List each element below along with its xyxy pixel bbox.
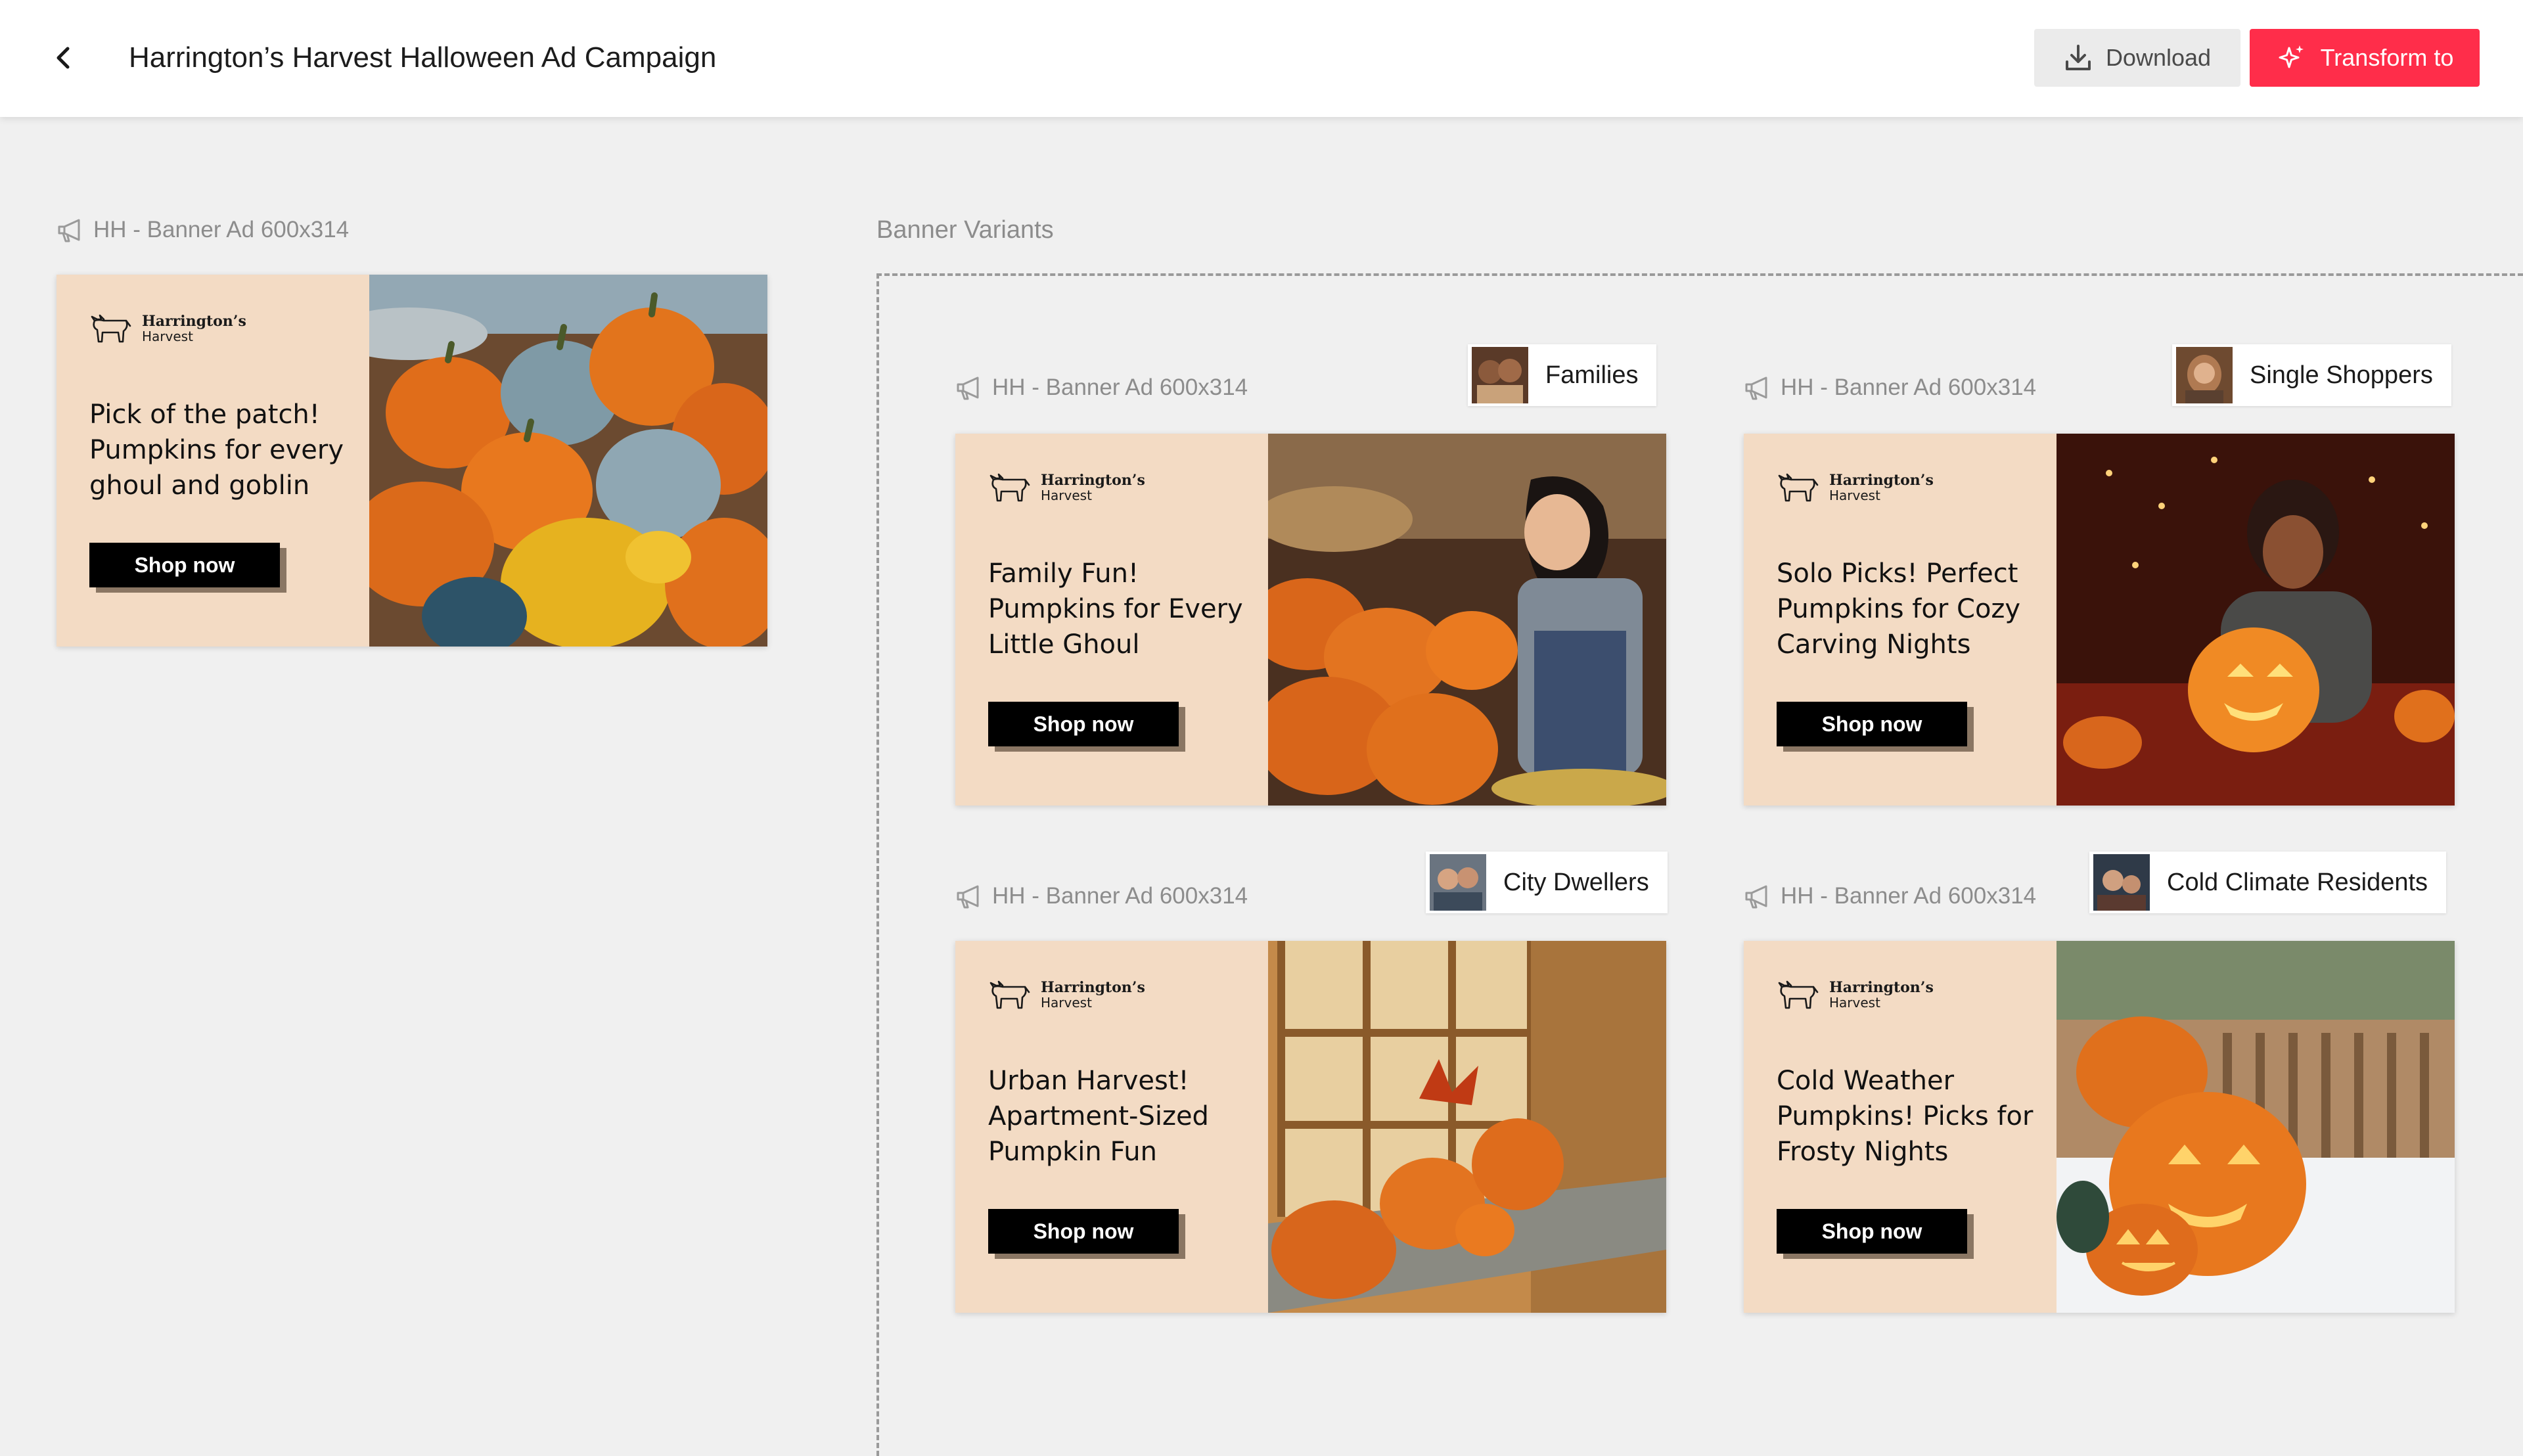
variant-banner-city-dwellers[interactable]: Harrington’s Harvest Urban Harvest! Apar… [955,941,1666,1313]
windowsill-pumpkins-photo [1268,941,1666,1313]
variant-banner-label: HH - Banner Ad 600x314 [1744,876,2036,916]
variant-banner-label: HH - Banner Ad 600x314 [1744,368,2036,407]
brand-logo: Harrington’s Harvest [988,472,1145,503]
banner-headline: Cold Weather Pumpkins! Picks for Frosty … [1777,1066,2034,1167]
brand-sub: Harvest [1041,488,1092,504]
banner-copy-panel: Harrington’s Harvest Pick of the patch! … [57,275,369,647]
audience-avatar [1430,854,1486,911]
variants-section-label: Banner Variants [876,216,1054,244]
brand-sub: Harvest [142,329,193,345]
brand-name: Harrington’s [1041,471,1145,489]
audience-chip[interactable]: Single Shoppers [2172,344,2451,406]
banner-copy-panel: Harrington’s Harvest Solo Picks! Perfect… [1744,434,2057,806]
transform-label: Transform to [2320,44,2454,71]
variant-banner-cold-climate[interactable]: Harrington’s Harvest Cold Weather Pumpki… [1744,941,2455,1313]
megaphone-icon [957,885,979,909]
shop-now-button[interactable]: Shop now [988,1209,1179,1254]
variant-banner-label: HH - Banner Ad 600x314 [955,876,1248,916]
snowy-jack-o-lanterns-photo [2057,941,2455,1313]
download-button[interactable]: Download [2034,29,2240,87]
banner-headline: Solo Picks! Perfect Pumpkins for Cozy Ca… [1777,558,2021,660]
variant-banner-families[interactable]: Harrington’s Harvest Family Fun! Pumpkin… [955,434,1666,806]
shop-now-button[interactable]: Shop now [89,543,280,587]
download-icon [2065,45,2091,70]
cow-logo-icon [989,980,1030,1009]
audience-name: City Dwellers [1503,868,1649,896]
brand-name: Harrington’s [1041,978,1145,996]
banner-headline: Family Fun! Pumpkins for Every Little Gh… [988,558,1243,660]
chevron-left-icon [57,47,70,69]
megaphone-icon [957,376,979,400]
cow-logo-icon [91,314,131,343]
variant-banner-single-shoppers[interactable]: Harrington’s Harvest Solo Picks! Perfect… [1744,434,2455,806]
cow-logo-icon [989,473,1030,502]
megaphone-icon [1745,376,1767,400]
child-with-pumpkins-photo [1268,434,1666,806]
audience-avatar [2176,347,2233,403]
audience-name: Cold Climate Residents [2167,868,2428,896]
pumpkin-pile-photo [369,275,767,647]
page-title: Harrington’s Harvest Halloween Ad Campai… [129,41,717,74]
top-bar: Harrington’s Harvest Halloween Ad Campai… [0,0,2523,117]
brand-name: Harrington’s [1829,978,1934,996]
shop-now-button[interactable]: Shop now [1777,1209,1967,1254]
audience-avatar [2093,854,2150,911]
carving-jack-o-lantern-photo [2057,434,2455,806]
brand-name: Harrington’s [1829,471,1934,489]
variant-banner-label: HH - Banner Ad 600x314 [955,368,1248,407]
banner-headline: Pick of the patch! Pumpkins for every gh… [89,399,344,501]
banner-copy-panel: Harrington’s Harvest Cold Weather Pumpki… [1744,941,2057,1313]
megaphone-icon [1745,885,1767,909]
brand-sub: Harvest [1829,488,1880,504]
audience-chip[interactable]: Families [1468,344,1657,406]
brand-logo: Harrington’s Harvest [89,313,246,344]
shop-now-button[interactable]: Shop now [988,702,1179,746]
audience-avatar [1472,347,1528,403]
audience-name: Families [1545,361,1639,389]
brand-name: Harrington’s [142,312,246,330]
cow-logo-icon [1778,980,1819,1009]
audience-name: Single Shoppers [2250,361,2433,389]
brand-logo: Harrington’s Harvest [988,979,1145,1011]
banner-copy-panel: Harrington’s Harvest Family Fun! Pumpkin… [955,434,1268,806]
audience-chip[interactable]: City Dwellers [1426,852,1668,913]
brand-logo: Harrington’s Harvest [1777,979,1934,1011]
banner-copy-panel: Harrington’s Harvest Urban Harvest! Apar… [955,941,1268,1313]
brand-sub: Harvest [1041,995,1092,1011]
cow-logo-icon [1778,473,1819,502]
brand-sub: Harvest [1829,995,1880,1011]
back-button[interactable] [43,38,83,78]
banner-headline: Urban Harvest! Apartment-Sized Pumpkin F… [988,1066,1209,1167]
megaphone-icon [58,219,80,242]
original-banner-label: HH - Banner Ad 600x314 [57,210,349,250]
download-label: Download [2105,44,2212,71]
audience-chip[interactable]: Cold Climate Residents [2089,852,2447,913]
brand-logo: Harrington’s Harvest [1777,472,1934,503]
transform-button[interactable]: Transform to [2250,29,2480,87]
sparkle-icon [2279,45,2304,68]
original-banner[interactable]: Harrington’s Harvest Pick of the patch! … [57,275,767,647]
shop-now-button[interactable]: Shop now [1777,702,1967,746]
